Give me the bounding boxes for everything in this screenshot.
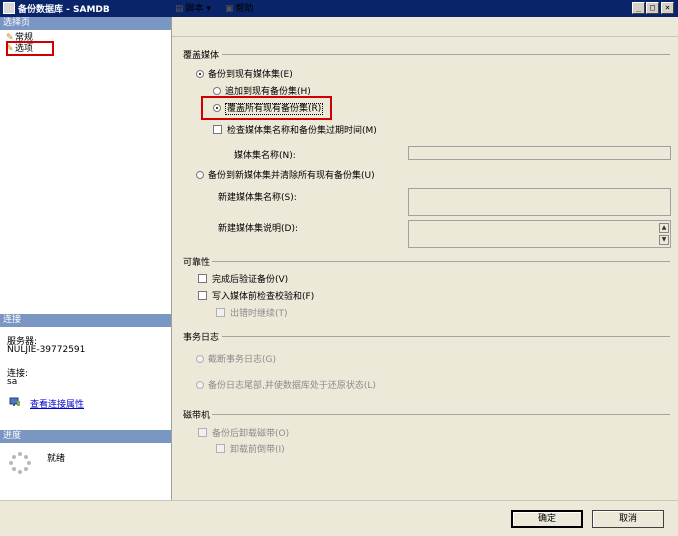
progress-header: 进度 (0, 430, 171, 443)
checkbox-indicator (198, 291, 207, 300)
select-page-header: 选择页 (0, 17, 171, 30)
new-media-description-input[interactable] (408, 220, 671, 248)
script-button[interactable]: ▤ 脚本 ▾ (175, 3, 211, 16)
group-divider (222, 336, 670, 337)
group-divider (212, 414, 670, 415)
close-button[interactable]: × (661, 2, 674, 14)
progress-spinner-icon (8, 451, 32, 475)
unload-tape-checkbox[interactable]: 备份后卸载磁带(O) (198, 428, 289, 440)
check-media-set-checkbox[interactable]: 检查媒体集名称和备份集过期时间(M) (213, 125, 377, 137)
overwrite-media-group-title: 覆盖媒体 (183, 51, 220, 61)
script-label: 脚本 (185, 4, 204, 14)
rewind-tape-checkbox[interactable]: 卸载前倒带(I) (216, 444, 285, 456)
checkbox-label: 写入媒体前检查校验和(F) (212, 292, 315, 302)
tape-group-title: 磁带机 (183, 411, 211, 421)
checkbox-label: 完成后验证备份(V) (212, 275, 289, 285)
checkbox-label: 卸载前倒带(I) (230, 445, 285, 455)
transaction-log-group-title: 事务日志 (183, 333, 220, 343)
reliability-group-title: 可靠性 (183, 258, 211, 268)
checkbox-indicator (216, 444, 225, 453)
radio-label: 截断事务日志(G) (208, 355, 276, 365)
help-icon: ▣ (225, 4, 234, 14)
media-set-name-input[interactable] (408, 146, 671, 160)
database-icon (3, 2, 15, 14)
group-divider (212, 261, 670, 262)
left-pane (0, 17, 172, 500)
radio-indicator (196, 355, 204, 363)
progress-status: 就绪 (47, 454, 66, 464)
checkbox-indicator (216, 308, 225, 317)
new-media-name-input[interactable] (408, 188, 671, 216)
backup-existing-media-radio[interactable]: 备份到现有媒体集(E) (196, 69, 293, 81)
checkbox-indicator (213, 125, 222, 134)
connection-properties-icon (9, 397, 21, 407)
verify-backup-checkbox[interactable]: 完成后验证备份(V) (198, 274, 288, 286)
scroll-down-icon[interactable]: ▼ (659, 235, 669, 245)
nav-highlight-box (6, 41, 54, 56)
title-bar: 备份数据库 - SAMDB _ □ × (0, 0, 678, 17)
radio-label: 备份日志尾部,并使数据库处于还原状态(L) (208, 381, 376, 391)
checksum-checkbox[interactable]: 写入媒体前检查校验和(F) (198, 291, 314, 303)
radio-label: 备份到现有媒体集(E) (208, 70, 293, 80)
backup-new-media-radio[interactable]: 备份到新媒体集并清除所有现有备份集(U) (196, 170, 375, 182)
help-button[interactable]: ▣ 帮助 (225, 3, 254, 16)
continue-on-error-checkbox[interactable]: 出错时继续(T) (216, 308, 288, 320)
truncate-log-radio[interactable]: 截断事务日志(G) (196, 354, 276, 366)
new-media-description-label: 新建媒体集说明(D): (218, 224, 298, 234)
window-title: 备份数据库 - SAMDB (18, 5, 110, 15)
minimize-button[interactable]: _ (632, 2, 645, 14)
media-set-name-label: 媒体集名称(N): (234, 151, 296, 161)
cancel-button[interactable]: 取消 (592, 510, 664, 528)
radio-label: 备份到新媒体集并清除所有现有备份集(U) (208, 171, 375, 181)
checkbox-label: 备份后卸载磁带(O) (212, 429, 290, 439)
backup-log-tail-radio[interactable]: 备份日志尾部,并使数据库处于还原状态(L) (196, 380, 376, 392)
script-icon: ▤ (175, 4, 184, 14)
view-connection-properties-link[interactable]: 查看连接属性 (30, 397, 84, 410)
checkbox-label: 检查媒体集名称和备份集过期时间(M) (227, 126, 377, 136)
checkbox-label: 出错时继续(T) (230, 309, 288, 319)
radio-indicator (213, 87, 221, 95)
checkbox-indicator (198, 428, 207, 437)
maximize-button[interactable]: □ (646, 2, 659, 14)
radio-indicator (196, 70, 204, 78)
group-divider (222, 54, 670, 55)
ok-button[interactable]: 确定 (511, 510, 583, 528)
new-media-name-label: 新建媒体集名称(S): (218, 193, 297, 203)
dropdown-arrow-icon: ▾ (206, 4, 211, 14)
connection-value: sa (7, 377, 18, 387)
server-value: NULJIE-39772591 (7, 345, 86, 355)
radio-indicator (196, 171, 204, 179)
scroll-up-icon[interactable]: ▲ (659, 223, 669, 233)
help-label: 帮助 (235, 4, 254, 14)
option-highlight-box (201, 96, 332, 120)
checkbox-indicator (198, 274, 207, 283)
connection-header: 连接 (0, 314, 171, 327)
radio-indicator (196, 381, 204, 389)
toolbar (172, 17, 678, 37)
